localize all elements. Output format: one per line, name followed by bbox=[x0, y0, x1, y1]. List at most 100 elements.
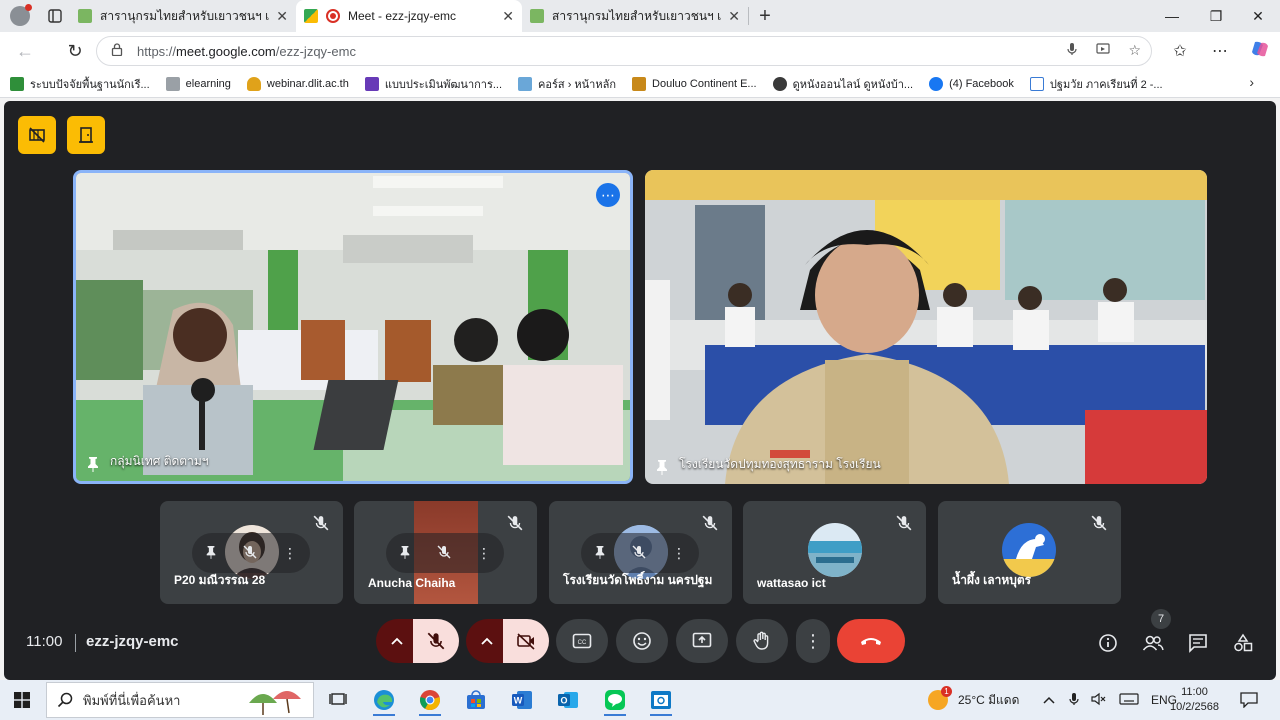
outlook-app[interactable]: O bbox=[549, 684, 587, 716]
more-options-icon[interactable]: ⋮ bbox=[477, 545, 491, 562]
chevron-right-icon[interactable]: › bbox=[1249, 74, 1254, 90]
edge-app[interactable] bbox=[365, 684, 403, 716]
participant-tile[interactable]: ⋮ P20 มณีวรรณ 28 bbox=[160, 501, 343, 604]
volume-muted-icon[interactable] bbox=[1091, 692, 1107, 709]
cast-icon[interactable] bbox=[1096, 42, 1111, 59]
video-settings-button[interactable] bbox=[466, 619, 508, 663]
close-tab-icon[interactable]: ✕ bbox=[276, 8, 288, 25]
audio-settings-button[interactable] bbox=[376, 619, 418, 663]
bookmark-item[interactable]: ระบบปัจจัยพื้นฐานนักเรี... bbox=[10, 75, 150, 93]
tab-encyclopedia-5[interactable]: สารานุกรมไทยสำหรับเยาวชนฯ เล่ม 5 เรื่อ ✕ bbox=[70, 0, 296, 32]
muted-mic-icon[interactable] bbox=[243, 545, 257, 562]
line-app[interactable] bbox=[596, 684, 634, 716]
bookmark-item[interactable]: (4) Facebook bbox=[929, 76, 1014, 91]
bookmark-item[interactable]: ดูหนังออนไลน์ ดูหนังบ้า... bbox=[772, 75, 913, 93]
tab-encyclopedia-13[interactable]: สารานุกรมไทยสำหรับเยาวชนฯ เล่ม 13 ✕ bbox=[522, 0, 748, 32]
video-tile-school[interactable]: โรงเรียนวัดปทุมทองสุทธาราม โรงเรียน bbox=[645, 170, 1207, 484]
reload-button[interactable]: ↻ bbox=[58, 34, 92, 68]
microphone-icon[interactable] bbox=[1069, 692, 1079, 709]
visual-effects-button[interactable] bbox=[18, 116, 56, 154]
new-tab-button[interactable]: + bbox=[749, 0, 781, 32]
microphone-icon[interactable] bbox=[1066, 42, 1078, 59]
menu-dots-icon[interactable]: ⋯ bbox=[1200, 41, 1240, 61]
participant-tile[interactable]: wattasao ict bbox=[743, 501, 926, 604]
meeting-room-video bbox=[76, 173, 630, 481]
pin-icon[interactable] bbox=[86, 456, 100, 472]
bookmark-item[interactable]: elearning bbox=[165, 76, 231, 91]
present-icon bbox=[692, 632, 712, 648]
chat-button[interactable] bbox=[1184, 629, 1212, 657]
pin-icon[interactable] bbox=[594, 545, 606, 562]
reactions-button[interactable] bbox=[616, 619, 668, 663]
close-tab-icon[interactable]: ✕ bbox=[502, 8, 514, 25]
muted-mic-icon bbox=[427, 632, 445, 650]
taskbar-clock[interactable]: 11:00 10/2/2568 bbox=[1170, 680, 1219, 720]
activities-button[interactable] bbox=[1229, 629, 1257, 657]
participant-tile[interactable]: น้ำผึ้ง เลาหบุตร bbox=[938, 501, 1121, 604]
people-button[interactable] bbox=[1139, 629, 1167, 657]
pin-icon[interactable] bbox=[205, 545, 217, 562]
back-button[interactable]: ← bbox=[8, 34, 42, 68]
favorites-icon[interactable]: ✩ bbox=[1160, 41, 1200, 61]
more-options-icon[interactable]: ⋮ bbox=[283, 545, 297, 562]
video-tile-supervision[interactable]: ⋯ กลุ่มนิเทศ ติดตามฯ bbox=[73, 170, 633, 484]
show-hidden-icons-button[interactable] bbox=[1043, 693, 1055, 707]
muted-mic-icon[interactable] bbox=[632, 545, 646, 562]
chrome-app[interactable] bbox=[411, 684, 449, 716]
present-screen-button[interactable] bbox=[676, 619, 728, 663]
tab-actions-icon[interactable] bbox=[40, 0, 70, 32]
more-options-icon[interactable]: ⋮ bbox=[672, 545, 686, 562]
bookmarks-bar: ระบบปัจจัยพื้นฐานนักเรี... elearning web… bbox=[0, 70, 1280, 98]
muted-mic-icon[interactable] bbox=[437, 545, 451, 562]
task-view-button[interactable] bbox=[319, 684, 357, 716]
bookmark-favicon-icon bbox=[530, 9, 544, 23]
more-options-button[interactable]: ⋮ bbox=[796, 619, 830, 663]
store-app[interactable] bbox=[457, 684, 495, 716]
bookmark-item[interactable]: webinar.dlit.ac.th bbox=[246, 76, 349, 91]
windows-logo-icon bbox=[14, 692, 30, 708]
bookmark-item[interactable]: ปฐมวัย ภาคเรียนที่ 2 -... bbox=[1029, 75, 1163, 93]
forms-icon bbox=[364, 76, 379, 91]
address-bar[interactable]: https://meet.google.com/ezz-jzqy-emc ☆ bbox=[96, 36, 1152, 66]
task-view-icon bbox=[329, 693, 347, 705]
meet-stage: ⋯ กลุ่มนิเทศ ติดตามฯ โรงเรียนวัดปทุมทองส… bbox=[4, 101, 1276, 680]
participant-name: น้ำผึ้ง เลาหบุตร bbox=[952, 573, 1032, 587]
maximize-button[interactable]: ❐ bbox=[1194, 0, 1238, 32]
camera-toggle-button[interactable] bbox=[503, 619, 549, 663]
minimize-button[interactable]: — bbox=[1150, 0, 1194, 32]
close-window-button[interactable]: ✕ bbox=[1236, 0, 1280, 32]
participant-tile[interactable]: ⋮ โรงเรียนวัดโพธิ์งาม นครปฐม bbox=[549, 501, 732, 604]
copilot-icon[interactable] bbox=[1240, 39, 1280, 64]
taskbar-search[interactable]: พิมพ์ที่นี่เพื่อค้นหา bbox=[46, 682, 314, 718]
close-tab-icon[interactable]: ✕ bbox=[728, 8, 740, 25]
pin-icon[interactable] bbox=[655, 459, 669, 475]
leave-call-button[interactable] bbox=[837, 619, 905, 663]
meet-pwa-app[interactable] bbox=[642, 684, 680, 716]
participant-name: โรงเรียนวัดปทุมทองสุทธาราม โรงเรียน bbox=[679, 457, 881, 471]
pin-icon[interactable] bbox=[399, 545, 411, 562]
favorite-star-icon[interactable]: ☆ bbox=[1128, 42, 1141, 59]
captions-button[interactable]: CC bbox=[556, 619, 608, 663]
tab-meet[interactable]: Meet - ezz-jzqy-emc ✕ bbox=[296, 0, 522, 32]
tile-hover-controls: ⋮ bbox=[581, 533, 699, 573]
lock-icon[interactable] bbox=[111, 43, 123, 59]
tile-options-button[interactable]: ⋯ bbox=[596, 183, 620, 207]
url-text[interactable]: https://meet.google.com/ezz-jzqy-emc bbox=[137, 44, 356, 59]
tile-hover-controls: ⋮ bbox=[386, 533, 504, 573]
door-icon bbox=[79, 127, 93, 143]
meeting-details-button[interactable] bbox=[1094, 629, 1122, 657]
weather-widget[interactable]: 1 25°C มีแดด bbox=[928, 680, 1019, 720]
profile-button[interactable] bbox=[0, 0, 40, 32]
notification-center-button[interactable] bbox=[1240, 680, 1258, 720]
keyboard-icon[interactable] bbox=[1119, 692, 1139, 708]
raise-hand-button[interactable] bbox=[736, 619, 788, 663]
start-button[interactable] bbox=[0, 680, 44, 720]
browser-window: สารานุกรมไทยสำหรับเยาวชนฯ เล่ม 5 เรื่อ ✕… bbox=[0, 0, 1280, 680]
word-app[interactable]: W bbox=[503, 684, 541, 716]
bookmark-item[interactable]: คอร์ส › หน้าหลัก bbox=[518, 75, 616, 93]
bookmark-item[interactable]: Douluo Continent E... bbox=[632, 76, 757, 91]
exit-room-button[interactable] bbox=[67, 116, 105, 154]
microphone-toggle-button[interactable] bbox=[413, 619, 459, 663]
participant-tile[interactable]: ⋮ Anucha Chaiha bbox=[354, 501, 537, 604]
bookmark-item[interactable]: แบบประเมินพัฒนาการ... bbox=[364, 75, 502, 93]
